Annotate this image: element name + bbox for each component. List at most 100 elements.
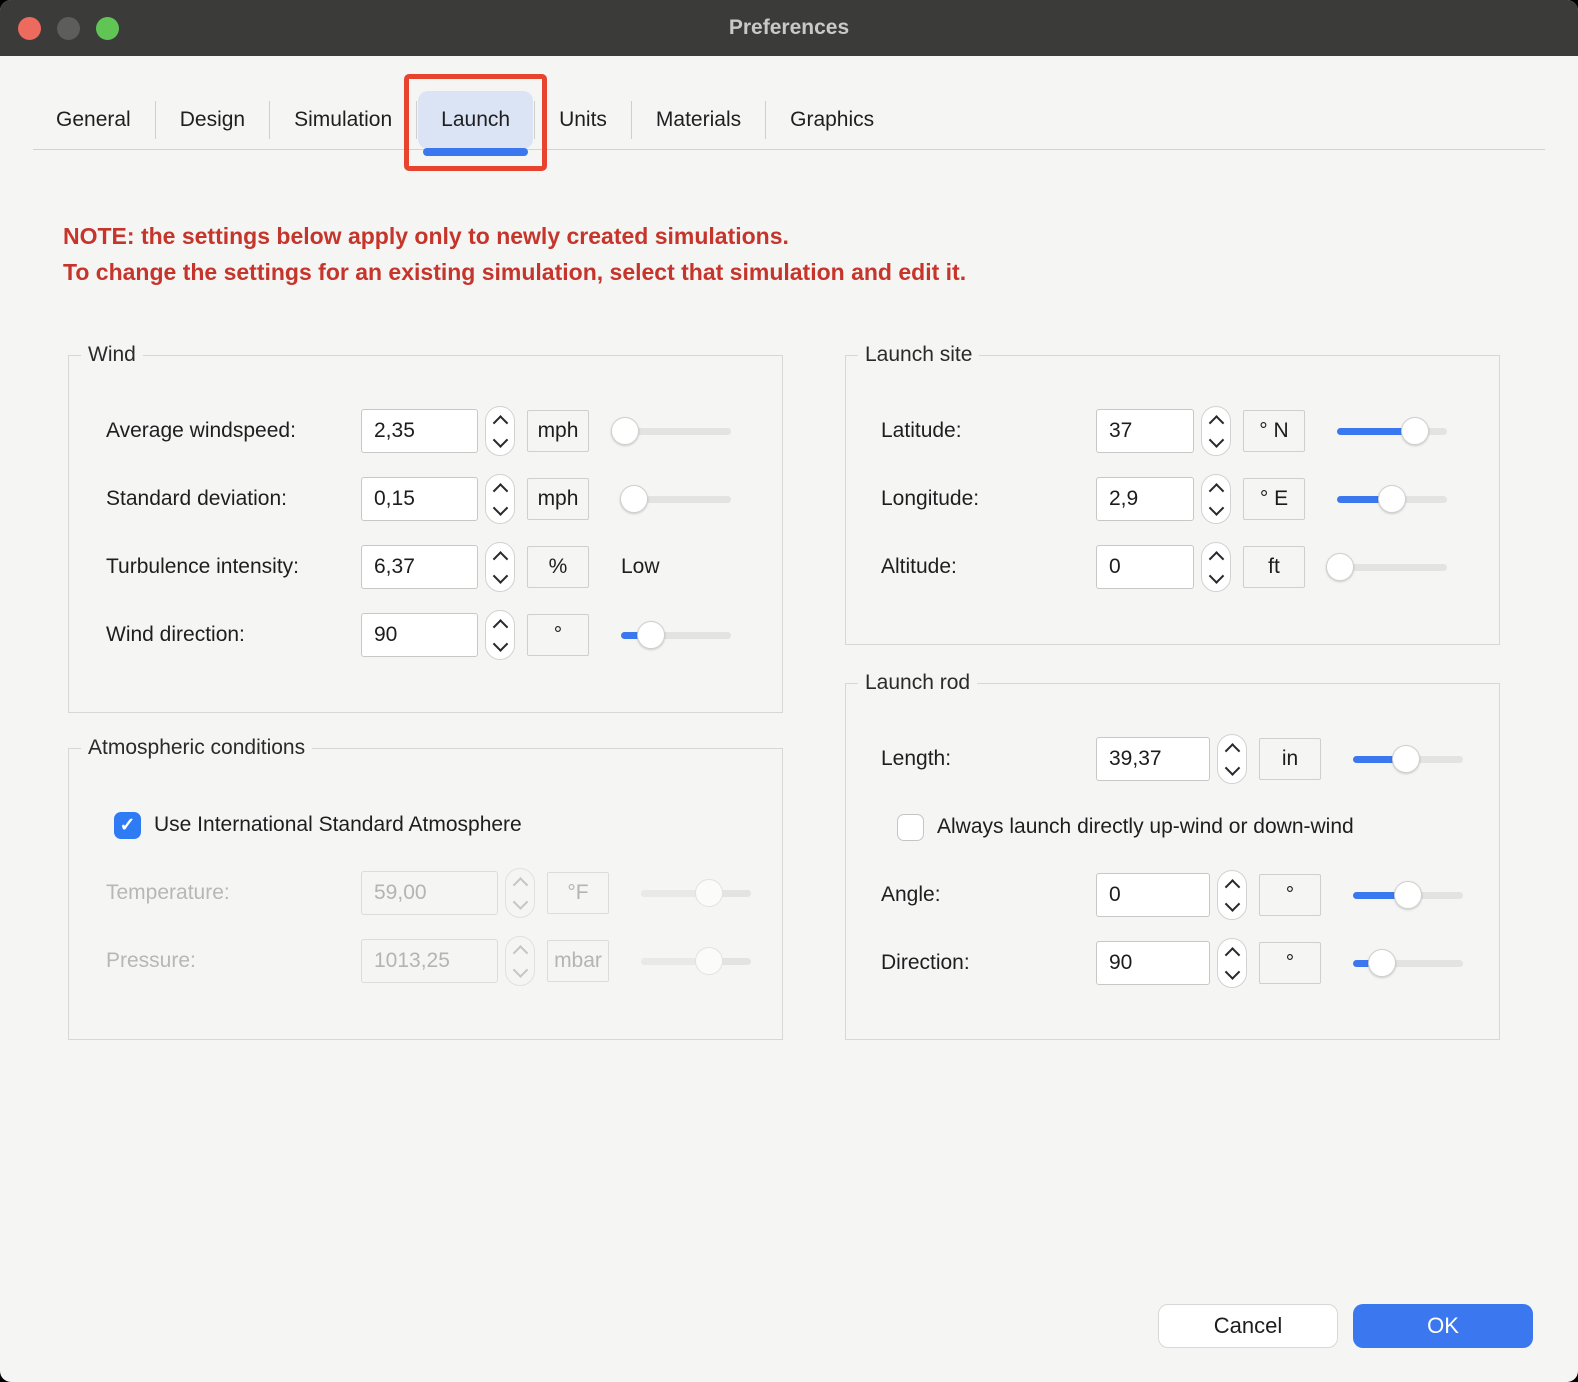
rod-direction-slider[interactable] <box>1353 949 1463 977</box>
turbulence-intensity-input[interactable] <box>361 545 478 589</box>
chevron-down-icon[interactable] <box>1208 500 1224 516</box>
average-windspeed-slider[interactable] <box>621 417 731 445</box>
rod-direction-input[interactable] <box>1096 941 1210 985</box>
atmospheric-conditions-group: Atmospheric conditions ✓ Use Internation… <box>68 748 783 1040</box>
chevron-down-icon[interactable] <box>492 500 508 516</box>
tab-units[interactable]: Units <box>536 91 630 149</box>
tab-graphics[interactable]: Graphics <box>767 91 897 149</box>
chevron-down-icon[interactable] <box>1208 432 1224 448</box>
average-windspeed-input[interactable] <box>361 409 478 453</box>
chevron-up-icon[interactable] <box>1224 947 1240 963</box>
tab-general[interactable]: General <box>33 91 154 149</box>
field-label: Length: <box>881 747 1096 771</box>
cancel-button[interactable]: Cancel <box>1158 1304 1338 1348</box>
slider-thumb[interactable] <box>1326 553 1354 581</box>
stepper <box>505 868 535 918</box>
close-window-button[interactable] <box>18 17 41 40</box>
longitude-slider[interactable] <box>1337 485 1447 513</box>
chevron-down-icon[interactable] <box>492 568 508 584</box>
unit-selector[interactable]: mph <box>527 410 589 452</box>
chevron-up-icon[interactable] <box>1208 415 1224 431</box>
field-label: Temperature: <box>106 881 361 905</box>
unit-selector[interactable]: ° <box>1259 874 1321 916</box>
chevron-up-icon[interactable] <box>1224 879 1240 895</box>
rod-angle-input[interactable] <box>1096 873 1210 917</box>
slider-thumb[interactable] <box>611 417 639 445</box>
slider-thumb[interactable] <box>1368 949 1396 977</box>
standard-deviation-input[interactable] <box>361 477 478 521</box>
stepper[interactable] <box>485 610 515 660</box>
chevron-down-icon[interactable] <box>1208 568 1224 584</box>
unit-selector[interactable]: ° E <box>1243 478 1305 520</box>
unit-selector[interactable]: ° N <box>1243 410 1305 452</box>
unit-selector[interactable]: ° <box>1259 942 1321 984</box>
stepper[interactable] <box>1201 474 1231 524</box>
unit-selector[interactable]: mph <box>527 478 589 520</box>
stepper[interactable] <box>485 474 515 524</box>
chevron-up-icon[interactable] <box>492 415 508 431</box>
stepper[interactable] <box>1201 542 1231 592</box>
stepper[interactable] <box>485 542 515 592</box>
window-title: Preferences <box>729 16 849 40</box>
use-standard-atmosphere-checkbox[interactable]: ✓ <box>114 812 141 839</box>
slider-thumb <box>695 947 723 975</box>
slider-thumb[interactable] <box>1401 417 1429 445</box>
chevron-down-icon[interactable] <box>1224 896 1240 912</box>
chevron-up-icon[interactable] <box>492 619 508 635</box>
tab-materials[interactable]: Materials <box>633 91 764 149</box>
stepper[interactable] <box>1201 406 1231 456</box>
row-average-windspeed: Average windspeed: mph <box>69 397 782 465</box>
chevron-down-icon[interactable] <box>492 432 508 448</box>
chevron-down-icon <box>512 962 528 978</box>
chevron-up-icon[interactable] <box>1208 483 1224 499</box>
slider-thumb[interactable] <box>1392 745 1420 773</box>
chevron-down-icon[interactable] <box>492 636 508 652</box>
row-latitude: Latitude: ° N <box>846 397 1499 465</box>
rod-angle-slider[interactable] <box>1353 881 1463 909</box>
unit-selector[interactable]: in <box>1259 738 1321 780</box>
slider-thumb[interactable] <box>620 485 648 513</box>
slider-thumb[interactable] <box>637 621 665 649</box>
minimize-window-button[interactable] <box>57 17 80 40</box>
tab-divider <box>631 101 632 139</box>
stepper[interactable] <box>1217 870 1247 920</box>
chevron-up-icon[interactable] <box>492 483 508 499</box>
unit-selector[interactable]: ft <box>1243 546 1305 588</box>
temperature-input <box>361 871 498 915</box>
title-bar[interactable]: Preferences <box>0 0 1578 56</box>
launch-site-legend: Launch site <box>858 343 979 367</box>
slider-thumb[interactable] <box>1394 881 1422 909</box>
stepper[interactable] <box>1217 938 1247 988</box>
stepper[interactable] <box>1217 734 1247 784</box>
rod-length-input[interactable] <box>1096 737 1210 781</box>
ok-button[interactable]: OK <box>1353 1304 1533 1348</box>
zoom-window-button[interactable] <box>96 17 119 40</box>
chevron-up-icon[interactable] <box>492 551 508 567</box>
standard-deviation-slider[interactable] <box>621 485 731 513</box>
chevron-down-icon[interactable] <box>1224 964 1240 980</box>
tab-design[interactable]: Design <box>157 91 268 149</box>
launch-site-group: Launch site Latitude: ° N Longitude: ° E <box>845 355 1500 645</box>
wind-direction-slider[interactable] <box>621 621 731 649</box>
tab-simulation[interactable]: Simulation <box>271 91 415 149</box>
chevron-down-icon[interactable] <box>1224 760 1240 776</box>
tab-launch-label: Launch <box>441 108 510 132</box>
slider-thumb[interactable] <box>1378 485 1406 513</box>
altitude-input[interactable] <box>1096 545 1194 589</box>
traffic-lights <box>18 0 119 56</box>
chevron-up-icon[interactable] <box>1208 551 1224 567</box>
latitude-input[interactable] <box>1096 409 1194 453</box>
tab-launch[interactable]: Launch <box>418 91 533 149</box>
wind-direction-input[interactable] <box>361 613 478 657</box>
unit-selector[interactable]: ° <box>527 614 589 656</box>
longitude-input[interactable] <box>1096 477 1194 521</box>
field-label: Latitude: <box>881 419 1096 443</box>
latitude-slider[interactable] <box>1337 417 1447 445</box>
unit-selector[interactable]: % <box>527 546 589 588</box>
chevron-up-icon[interactable] <box>1224 743 1240 759</box>
row-upwind-downwind: ✓ Always launch directly up-wind or down… <box>846 793 1499 861</box>
always-launch-upwind-checkbox[interactable]: ✓ <box>897 814 924 841</box>
stepper[interactable] <box>485 406 515 456</box>
altitude-slider[interactable] <box>1337 553 1447 581</box>
rod-length-slider[interactable] <box>1353 745 1463 773</box>
